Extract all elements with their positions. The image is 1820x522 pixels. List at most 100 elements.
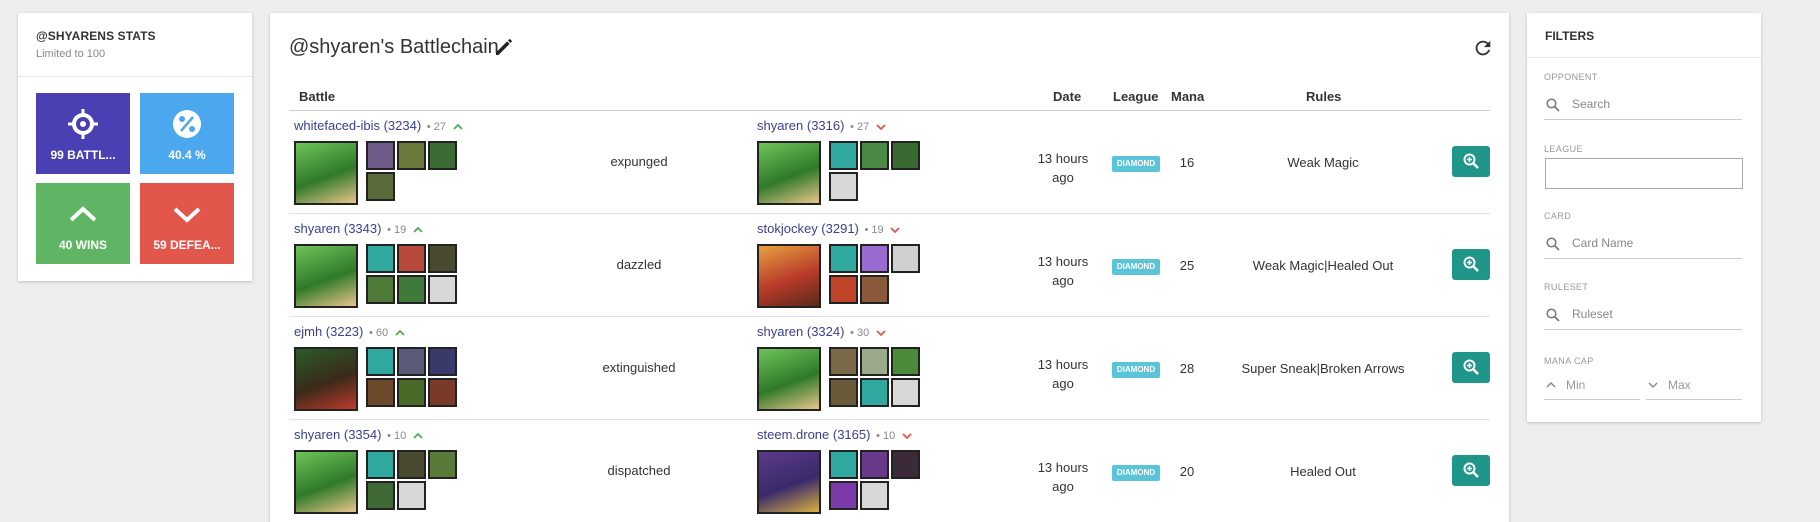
summoner-card[interactable] bbox=[757, 347, 821, 411]
zoom-in-icon bbox=[1463, 359, 1479, 375]
monster-card[interactable] bbox=[397, 450, 426, 479]
player-name[interactable]: shyaren (3324) bbox=[757, 324, 844, 339]
player-name[interactable]: shyaren (3354) bbox=[294, 427, 381, 442]
defeats-tile[interactable]: 59 DEFEA... bbox=[140, 183, 234, 264]
pencil-icon[interactable] bbox=[492, 35, 516, 59]
summoner-card[interactable] bbox=[757, 244, 821, 308]
monster-card[interactable] bbox=[428, 244, 457, 273]
monster-card[interactable] bbox=[428, 275, 457, 304]
search-icon bbox=[1546, 308, 1560, 322]
monster-card[interactable] bbox=[397, 378, 426, 407]
monster-card[interactable] bbox=[397, 244, 426, 273]
monster-card[interactable] bbox=[829, 275, 858, 304]
monster-card[interactable] bbox=[366, 275, 395, 304]
monster-card[interactable] bbox=[366, 347, 395, 376]
summoner-card[interactable] bbox=[757, 141, 821, 205]
monster-card[interactable] bbox=[891, 450, 920, 479]
col-date[interactable]: Date bbox=[1053, 89, 1081, 104]
league-select[interactable] bbox=[1545, 158, 1743, 189]
card-label: CARD bbox=[1544, 211, 1572, 221]
view-battle-button[interactable] bbox=[1452, 146, 1490, 177]
monster-card[interactable] bbox=[860, 450, 889, 479]
monster-card[interactable] bbox=[366, 450, 395, 479]
summoner-card[interactable] bbox=[757, 450, 821, 514]
view-battle-button[interactable] bbox=[1452, 352, 1490, 383]
monster-card[interactable] bbox=[860, 481, 889, 510]
date-line: ago bbox=[1052, 170, 1074, 185]
card-input[interactable] bbox=[1572, 236, 1732, 250]
player-name[interactable]: ejmh (3223) bbox=[294, 324, 363, 339]
player-name[interactable]: shyaren (3343) bbox=[294, 221, 381, 236]
monster-card[interactable] bbox=[428, 378, 457, 407]
player-name[interactable]: steem.drone (3165) bbox=[757, 427, 870, 442]
rules-value: Healed Out bbox=[1290, 464, 1356, 479]
monster-card[interactable] bbox=[891, 244, 920, 273]
view-battle-button[interactable] bbox=[1452, 455, 1490, 486]
monster-card[interactable] bbox=[397, 347, 426, 376]
monster-card[interactable] bbox=[891, 378, 920, 407]
refresh-icon[interactable] bbox=[1472, 37, 1494, 59]
date-line: ago bbox=[1052, 479, 1074, 494]
monster-card[interactable] bbox=[397, 481, 426, 510]
monster-card[interactable] bbox=[428, 141, 457, 170]
monster-card[interactable] bbox=[397, 275, 426, 304]
opponent-search[interactable] bbox=[1544, 90, 1742, 120]
monster-card[interactable] bbox=[366, 378, 395, 407]
chevron-up-icon bbox=[395, 329, 405, 336]
mana-value: 16 bbox=[1179, 155, 1195, 170]
monster-card[interactable] bbox=[366, 172, 395, 201]
monster-card[interactable] bbox=[366, 244, 395, 273]
winrate-tile[interactable]: 40.4 % bbox=[140, 93, 234, 174]
rules-value: Weak Magic bbox=[1287, 155, 1359, 170]
mana-max[interactable] bbox=[1646, 373, 1742, 400]
player-name[interactable]: stokjockey (3291) bbox=[757, 221, 859, 236]
monster-card[interactable] bbox=[428, 347, 457, 376]
opponent-input[interactable] bbox=[1572, 97, 1732, 111]
monster-card[interactable] bbox=[366, 141, 395, 170]
monster-card[interactable] bbox=[829, 244, 858, 273]
monster-card[interactable] bbox=[366, 481, 395, 510]
summoner-card[interactable] bbox=[294, 347, 358, 411]
card-search[interactable] bbox=[1544, 229, 1742, 259]
monster-card[interactable] bbox=[829, 141, 858, 170]
col-rules[interactable]: Rules bbox=[1306, 89, 1341, 104]
wins-tile[interactable]: 40 WINS bbox=[36, 183, 130, 264]
monster-card[interactable] bbox=[860, 244, 889, 273]
summoner-card[interactable] bbox=[294, 141, 358, 205]
mana-min[interactable] bbox=[1544, 373, 1640, 400]
ruleset-search[interactable] bbox=[1544, 300, 1742, 330]
battle-date: 13 hours ago bbox=[1028, 355, 1098, 393]
mana-min-input[interactable] bbox=[1566, 378, 1634, 392]
chevron-up-icon bbox=[413, 432, 423, 439]
monster-card[interactable] bbox=[860, 141, 889, 170]
monster-card[interactable] bbox=[428, 450, 457, 479]
monster-card[interactable] bbox=[860, 378, 889, 407]
monster-card[interactable] bbox=[829, 347, 858, 376]
col-battle[interactable]: Battle bbox=[299, 89, 335, 104]
zoom-in-icon bbox=[1463, 153, 1479, 169]
player-name[interactable]: whitefaced-ibis (3234) bbox=[294, 118, 421, 133]
summoner-card[interactable] bbox=[294, 450, 358, 514]
monster-card[interactable] bbox=[860, 347, 889, 376]
col-league[interactable]: League bbox=[1113, 89, 1159, 104]
player-two: shyaren (3316) • 27 bbox=[757, 118, 887, 133]
monster-card[interactable] bbox=[829, 450, 858, 479]
summoner-card[interactable] bbox=[294, 244, 358, 308]
monster-card[interactable] bbox=[860, 275, 889, 304]
page-title: @shyaren's Battlechain bbox=[289, 36, 499, 58]
mana-cap-label: MANA CAP bbox=[1544, 356, 1594, 366]
monster-card[interactable] bbox=[891, 347, 920, 376]
battles-tile[interactable]: 99 BATTL... bbox=[36, 93, 130, 174]
col-mana[interactable]: Mana bbox=[1171, 89, 1204, 104]
player-level: • 19 bbox=[864, 224, 884, 236]
ruleset-input[interactable] bbox=[1572, 307, 1732, 321]
monster-card[interactable] bbox=[829, 172, 858, 201]
mana-max-input[interactable] bbox=[1668, 378, 1736, 392]
monster-card[interactable] bbox=[397, 141, 426, 170]
monster-card[interactable] bbox=[829, 481, 858, 510]
monster-card[interactable] bbox=[829, 378, 858, 407]
player-name[interactable]: shyaren (3316) bbox=[757, 118, 844, 133]
monster-card[interactable] bbox=[891, 141, 920, 170]
view-battle-button[interactable] bbox=[1452, 249, 1490, 280]
chevron-down-icon bbox=[890, 226, 900, 233]
